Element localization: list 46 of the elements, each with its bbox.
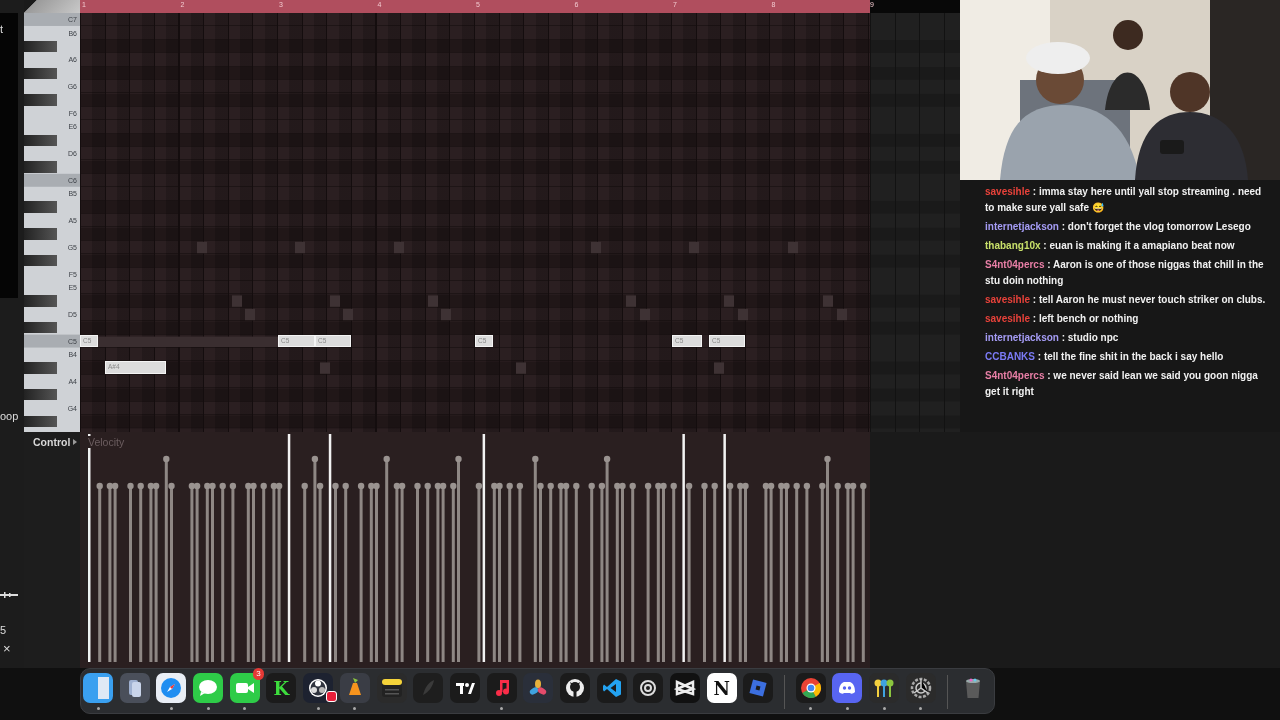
music-note-icon[interactable] (486, 673, 517, 703)
piano-key[interactable] (24, 67, 57, 79)
ring-logo-icon[interactable] (303, 673, 334, 703)
close-button[interactable]: × (0, 642, 11, 656)
sidebar-label: t (0, 23, 4, 35)
piano-key[interactable] (24, 134, 57, 146)
control-label: Control (33, 436, 71, 448)
velocity-panel[interactable]: Velocity (80, 432, 870, 668)
chat-message: S4nt04percs : we never said lean we said you goon nigga get it right (985, 369, 1259, 399)
chat-message: savesihle : imma stay here until yall stop streaming . need to make sure yall safe 😅 (985, 185, 1263, 215)
sidebar-label: oop (0, 410, 19, 422)
video-camera-icon[interactable] (229, 673, 260, 703)
notepad-icon[interactable] (376, 673, 407, 703)
chat-message: internetjackson : studio npc (985, 331, 1120, 345)
app-icon[interactable]: N (706, 673, 737, 703)
compass-icon[interactable] (156, 673, 187, 703)
app-icon[interactable]: K (266, 673, 297, 703)
chat-message: S4nt04percs : Aaron is one of those niggas that chill in the stu doin nothing (985, 258, 1265, 288)
phone-stack-icon[interactable] (119, 673, 150, 703)
chat-message: CCBANKS : tell the fine shit in the back i say hello (985, 350, 1225, 364)
chat-message: savesihle : left bench or nothing (985, 312, 1140, 326)
parameter-label[interactable]: Velocity (86, 436, 127, 448)
piano-key[interactable] (24, 388, 57, 401)
chart-logo-icon[interactable] (449, 673, 480, 703)
waveform-icon (0, 592, 18, 598)
three-petal-icon[interactable] (523, 673, 554, 703)
speech-bubble-icon[interactable] (193, 673, 224, 703)
sidebar-label: 5 (0, 624, 7, 636)
piano-key[interactable] (24, 40, 57, 53)
circle-logo-icon[interactable] (795, 673, 826, 703)
piano-key[interactable] (24, 322, 57, 334)
tilted-square-icon[interactable] (743, 673, 774, 703)
cat-logo-icon[interactable] (559, 673, 590, 703)
chat-message: internetjackson : don't forget the vlog tomorrow Lesego (985, 220, 1252, 234)
piano-key[interactable] (24, 415, 57, 428)
settings-icon[interactable] (905, 673, 936, 703)
keys-icon[interactable] (869, 673, 900, 703)
code-logo-icon[interactable] (596, 673, 627, 703)
chat-message: savesihle : tell Aaron he must never touch striker on clubs. (985, 293, 1267, 307)
piano-key[interactable] (24, 255, 57, 267)
keyboard-corner (24, 0, 80, 13)
fruit-icon[interactable] (339, 673, 370, 703)
controller-logo-icon[interactable] (832, 673, 863, 703)
notification-badge: 3 (253, 668, 264, 680)
caret-icon (73, 439, 78, 445)
chat-message: thabang10x : euan is making it a amapiano beat now (985, 239, 1236, 253)
